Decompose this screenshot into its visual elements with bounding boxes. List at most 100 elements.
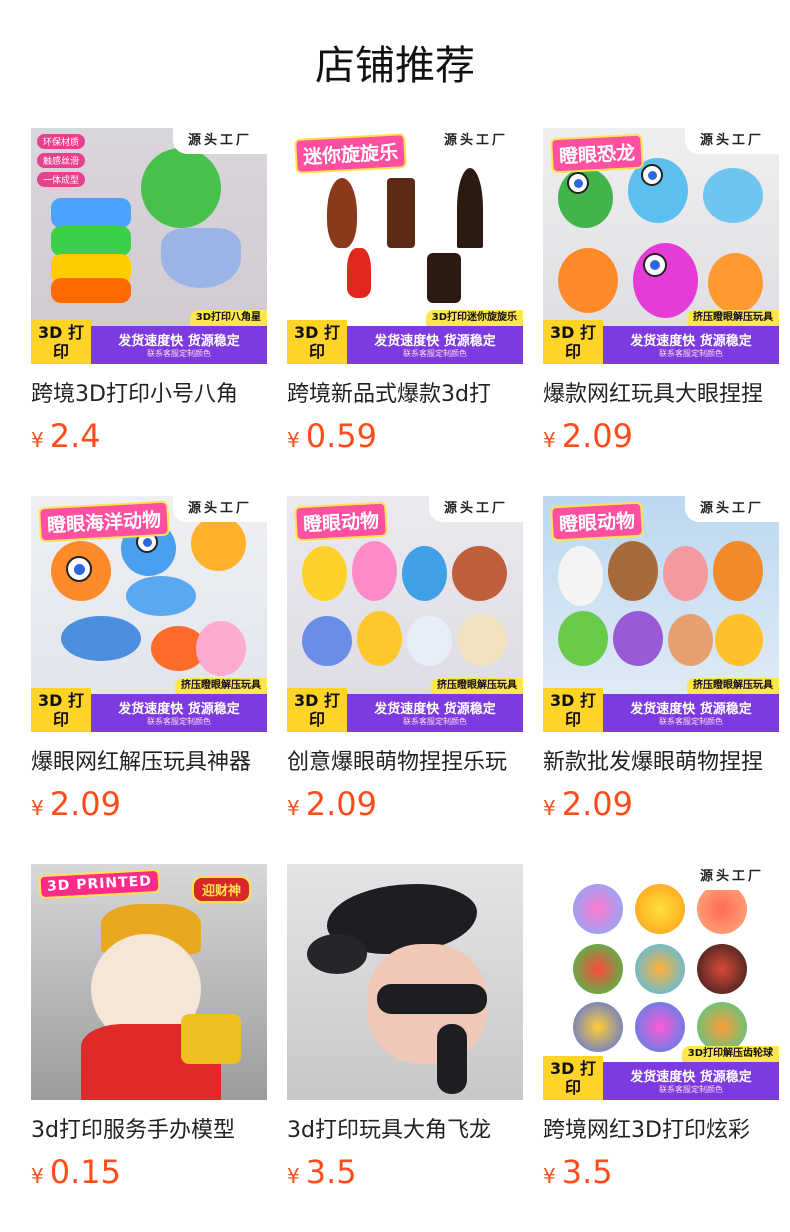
promo-sub-text: 联系客服定制颜色 bbox=[659, 717, 723, 726]
promo-main-text: 发货速度快 货源稳定 bbox=[118, 334, 240, 349]
price-amount: 3.5 bbox=[561, 1153, 613, 1191]
product-image[interactable]: 源头工厂 3D打印解压齿轮球 3D 打印 发货速度快 货源稳定 联系客服定制颜色 bbox=[543, 864, 779, 1100]
corner-label: 源头工厂 bbox=[173, 496, 267, 522]
promo-banner: 发货速度快 货源稳定 联系客服定制颜色 bbox=[603, 1062, 779, 1100]
feature-chip: 触感丝滑 bbox=[37, 153, 86, 168]
promo-banner: 发货速度快 货源稳定 联系客服定制颜色 bbox=[603, 694, 779, 732]
product-image[interactable]: 瞪眼动物 源头工厂 挤压瞪眼解压玩具 3D 打印 发货速度快 货源稳定 联系客服… bbox=[287, 496, 523, 732]
promo-main-text: 发货速度快 货源稳定 bbox=[374, 334, 496, 349]
product-card[interactable]: 迷你旋旋乐 源头工厂 3D打印迷你旋旋乐 3D 打印 发货速度快 货源稳定 联系… bbox=[287, 128, 523, 458]
product-title[interactable]: 创意爆眼萌物捏捏乐玩 bbox=[287, 748, 523, 778]
image-tag: 迎财神 bbox=[191, 876, 251, 903]
currency-symbol: ¥ bbox=[543, 796, 556, 820]
promo-bar: 3D打印解压齿轮球 3D 打印 发货速度快 货源稳定 联系客服定制颜色 bbox=[543, 1046, 779, 1100]
promo-tag: 3D打印解压齿轮球 bbox=[681, 1046, 779, 1062]
product-title[interactable]: 3d打印服务手办模型 bbox=[31, 1116, 267, 1146]
promo-bar: 挤压瞪眼解压玩具 3D 打印 发货速度快 货源稳定 联系客服定制颜色 bbox=[543, 310, 779, 364]
promo-sub-text: 联系客服定制颜色 bbox=[147, 717, 211, 726]
product-title[interactable]: 新款批发爆眼萌物捏捏 bbox=[543, 748, 779, 778]
promo-tag: 3D打印八角星 bbox=[189, 310, 267, 326]
product-title[interactable]: 3d打印玩具大角飞龙 bbox=[287, 1116, 523, 1146]
product-image[interactable] bbox=[287, 864, 523, 1100]
product-title[interactable]: 爆眼网红解压玩具神器 bbox=[31, 748, 267, 778]
promo-sub-text: 联系客服定制颜色 bbox=[403, 349, 467, 358]
product-image[interactable]: 迷你旋旋乐 源头工厂 3D打印迷你旋旋乐 3D 打印 发货速度快 货源稳定 联系… bbox=[287, 128, 523, 364]
promo-bar: 3D打印八角星 3D 打印 发货速度快 货源稳定 联系客服定制颜色 bbox=[31, 310, 267, 364]
promo-sub-text: 联系客服定制颜色 bbox=[147, 349, 211, 358]
promo-banner: 发货速度快 货源稳定 联系客服定制颜色 bbox=[91, 326, 267, 364]
promo-tag: 3D打印迷你旋旋乐 bbox=[425, 310, 523, 326]
product-card[interactable]: 3d打印玩具大角飞龙 ¥3.5 bbox=[287, 864, 523, 1194]
currency-symbol: ¥ bbox=[543, 428, 556, 452]
promo-badge: 3D 打印 bbox=[31, 320, 91, 364]
promo-bar: 挤压瞪眼解压玩具 3D 打印 发货速度快 货源稳定 联系客服定制颜色 bbox=[543, 678, 779, 732]
product-image[interactable]: 瞪眼恐龙 源头工厂 挤压瞪眼解压玩具 3D 打印 发货速度快 货源稳定 联系客服… bbox=[543, 128, 779, 364]
product-price: ¥2.09 bbox=[543, 418, 633, 454]
currency-symbol: ¥ bbox=[31, 1164, 44, 1188]
product-card[interactable]: 瞪眼动物 源头工厂 挤压瞪眼解压玩具 3D 打印 发货速度快 货源稳定 联系客服… bbox=[543, 496, 779, 826]
product-title[interactable]: 跨境网红3D打印炫彩 bbox=[543, 1116, 779, 1146]
promo-sub-text: 联系客服定制颜色 bbox=[659, 349, 723, 358]
currency-symbol: ¥ bbox=[287, 1164, 300, 1188]
currency-symbol: ¥ bbox=[543, 1164, 556, 1188]
product-price: ¥2.09 bbox=[31, 786, 121, 822]
promo-banner: 发货速度快 货源稳定 联系客服定制颜色 bbox=[347, 694, 523, 732]
product-image[interactable]: 3D PRINTED 迎财神 bbox=[31, 864, 267, 1100]
price-amount: 3.5 bbox=[305, 1153, 357, 1191]
product-image[interactable]: 环保材质 触感丝滑 一体成型 源头工厂 3D打印八角星 3D 打印 发货速度快 … bbox=[31, 128, 267, 364]
product-card[interactable]: 瞪眼动物 源头工厂 挤压瞪眼解压玩具 3D 打印 发货速度快 货源稳定 联系客服… bbox=[287, 496, 523, 826]
product-title[interactable]: 爆款网红玩具大眼捏捏 bbox=[543, 380, 779, 410]
product-price: ¥3.5 bbox=[287, 1154, 357, 1190]
product-card[interactable]: 源头工厂 3D打印解压齿轮球 3D 打印 发货速度快 货源稳定 联系客服定制颜色… bbox=[543, 864, 779, 1194]
promo-sub-text: 联系客服定制颜色 bbox=[659, 1085, 723, 1094]
corner-label: 源头工厂 bbox=[685, 864, 779, 890]
product-price: ¥2.09 bbox=[543, 786, 633, 822]
promo-badge: 3D 打印 bbox=[543, 688, 603, 732]
image-headline: 瞪眼动物 bbox=[294, 501, 388, 542]
product-card[interactable]: 瞪眼恐龙 源头工厂 挤压瞪眼解压玩具 3D 打印 发货速度快 货源稳定 联系客服… bbox=[543, 128, 779, 458]
promo-badge: 3D 打印 bbox=[287, 320, 347, 364]
promo-tag: 挤压瞪眼解压玩具 bbox=[175, 678, 267, 694]
currency-symbol: ¥ bbox=[31, 428, 44, 452]
promo-main-text: 发货速度快 货源稳定 bbox=[630, 1070, 752, 1085]
product-price: ¥2.09 bbox=[287, 786, 377, 822]
promo-sub-text: 联系客服定制颜色 bbox=[403, 717, 467, 726]
corner-label: 源头工厂 bbox=[429, 128, 523, 154]
promo-bar: 挤压瞪眼解压玩具 3D 打印 发货速度快 货源稳定 联系客服定制颜色 bbox=[287, 678, 523, 732]
currency-symbol: ¥ bbox=[31, 796, 44, 820]
promo-badge: 3D 打印 bbox=[31, 688, 91, 732]
corner-label: 源头工厂 bbox=[173, 128, 267, 154]
page-title: 店铺推荐 bbox=[315, 43, 475, 89]
promo-badge: 3D 打印 bbox=[287, 688, 347, 732]
image-headline: 迷你旋旋乐 bbox=[294, 133, 407, 174]
price-amount: 2.4 bbox=[49, 417, 101, 455]
currency-symbol: ¥ bbox=[287, 796, 300, 820]
price-amount: 0.59 bbox=[305, 417, 377, 455]
product-card[interactable]: 瞪眼海洋动物 源头工厂 挤压瞪眼解压玩具 3D 打印 发货速度快 货源稳定 联系… bbox=[31, 496, 267, 826]
product-card[interactable]: 环保材质 触感丝滑 一体成型 源头工厂 3D打印八角星 3D 打印 发货速度快 … bbox=[31, 128, 267, 458]
price-amount: 0.15 bbox=[49, 1153, 121, 1191]
product-image-art bbox=[287, 864, 523, 1100]
promo-main-text: 发货速度快 货源稳定 bbox=[630, 334, 752, 349]
corner-label: 源头工厂 bbox=[429, 496, 523, 522]
image-headline: 瞪眼海洋动物 bbox=[38, 500, 170, 543]
product-title[interactable]: 跨境新品式爆款3d打 bbox=[287, 380, 523, 410]
promo-main-text: 发货速度快 货源稳定 bbox=[374, 702, 496, 717]
corner-label: 源头工厂 bbox=[685, 496, 779, 522]
promo-banner: 发货速度快 货源稳定 联系客服定制颜色 bbox=[91, 694, 267, 732]
price-amount: 2.09 bbox=[561, 785, 633, 823]
product-price: ¥0.15 bbox=[31, 1154, 121, 1190]
promo-bar: 挤压瞪眼解压玩具 3D 打印 发货速度快 货源稳定 联系客服定制颜色 bbox=[31, 678, 267, 732]
product-title[interactable]: 跨境3D打印小号八角 bbox=[31, 380, 267, 410]
promo-banner: 发货速度快 货源稳定 联系客服定制颜色 bbox=[347, 326, 523, 364]
promo-bar: 3D打印迷你旋旋乐 3D 打印 发货速度快 货源稳定 联系客服定制颜色 bbox=[287, 310, 523, 364]
price-amount: 2.09 bbox=[305, 785, 377, 823]
product-image[interactable]: 瞪眼动物 源头工厂 挤压瞪眼解压玩具 3D 打印 发货速度快 货源稳定 联系客服… bbox=[543, 496, 779, 732]
image-headline: 瞪眼恐龙 bbox=[550, 133, 644, 174]
feature-chip: 环保材质 bbox=[37, 134, 86, 149]
promo-main-text: 发货速度快 货源稳定 bbox=[630, 702, 752, 717]
product-image[interactable]: 瞪眼海洋动物 源头工厂 挤压瞪眼解压玩具 3D 打印 发货速度快 货源稳定 联系… bbox=[31, 496, 267, 732]
feature-chips: 环保材质 触感丝滑 一体成型 bbox=[37, 134, 86, 191]
product-card[interactable]: 3D PRINTED 迎财神 3d打印服务手办模型 ¥0.15 bbox=[31, 864, 267, 1194]
promo-main-text: 发货速度快 货源稳定 bbox=[118, 702, 240, 717]
